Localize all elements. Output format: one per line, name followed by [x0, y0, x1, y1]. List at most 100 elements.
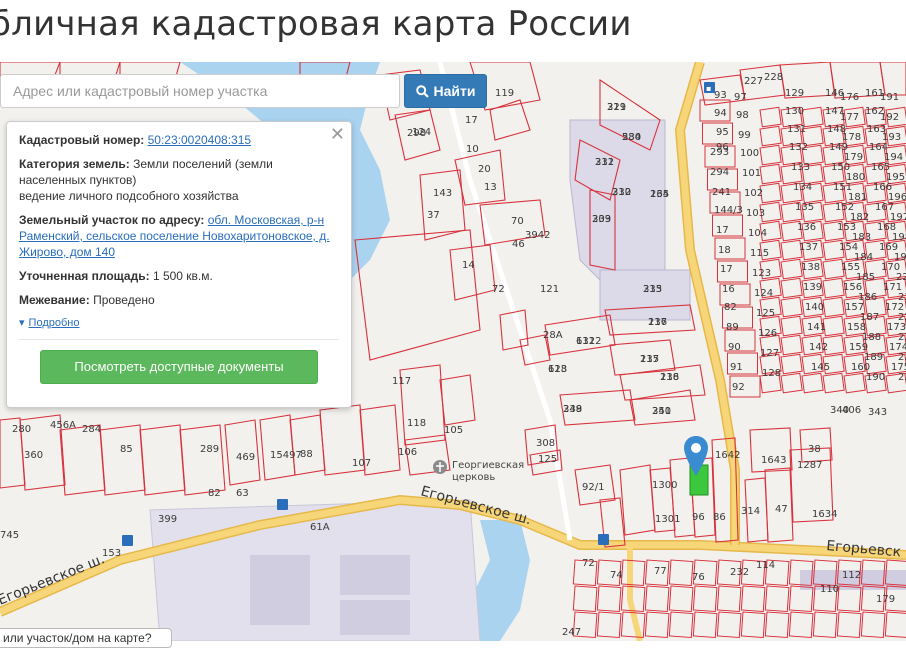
bus-stop-icon[interactable] — [122, 535, 133, 546]
parcel-label: 131 — [787, 124, 806, 135]
details-toggle[interactable]: ▾ Подробно — [19, 316, 339, 330]
parcel-label: 240 — [652, 406, 671, 417]
parcel-label: 90 — [728, 342, 741, 353]
parcel-label: 10 — [466, 144, 479, 155]
parcel-label: 93 — [714, 90, 727, 101]
parcel-label: 72 — [582, 558, 595, 569]
parcel-label: 197 — [890, 212, 906, 223]
building-block-1 — [250, 555, 310, 625]
parcel-label: 1300 — [652, 480, 677, 491]
area-row: Уточненная площадь: 1 500 кв.м. — [19, 268, 339, 284]
parcel-label: 195 — [886, 172, 905, 183]
close-icon[interactable]: ✕ — [330, 124, 345, 145]
parcel-label: 61A — [310, 522, 330, 533]
parcel-label: 89 — [726, 322, 739, 333]
parcel-label: 76 — [692, 572, 705, 583]
cadastral-label: Кадастровый номер: — [19, 133, 145, 147]
search-icon — [415, 84, 429, 98]
parcel-label: 183 — [852, 232, 871, 243]
parcel-label: 17 — [465, 115, 478, 126]
parcel-label: 294 — [710, 167, 729, 178]
parcel-label: 126 — [758, 328, 777, 339]
parcel-label: 105 — [444, 425, 463, 436]
parcel-label: 187 — [860, 312, 879, 323]
search-input[interactable] — [11, 75, 393, 107]
search-box[interactable] — [0, 74, 400, 108]
parcel-label: 94 — [714, 108, 727, 119]
parcel-label: 115 — [750, 248, 769, 259]
parcel-label: 179 — [876, 594, 895, 605]
church-icon[interactable] — [433, 460, 447, 474]
search-button[interactable]: Найти — [404, 74, 487, 108]
parcel-label: 199 — [894, 252, 906, 263]
parcel-label: 180 — [846, 172, 865, 183]
parcel-label: 192 — [880, 112, 899, 123]
parcel-label: 102 — [744, 188, 763, 199]
parcel-label: 85 — [120, 444, 133, 455]
parcel-label: 112 — [842, 570, 861, 581]
page-title-bar: бличная кадастровая карта России — [0, 0, 906, 62]
bus-stop-icon[interactable] — [598, 534, 609, 545]
parcel-label: 314 — [741, 506, 760, 517]
parcel-label: 190 — [866, 372, 885, 383]
bus-stop-icon[interactable]: ▪ — [704, 82, 715, 93]
parcel-label: 137 — [799, 242, 818, 253]
category-label: Категория земель: — [19, 157, 130, 171]
parcel-label: 1301 — [655, 514, 680, 525]
map-pin-icon[interactable] — [684, 436, 708, 476]
parcel-label: 181 — [848, 192, 867, 203]
parcel-label: 284 — [82, 424, 101, 435]
parcel-label: 229 — [607, 102, 626, 113]
search-button-label: Найти — [433, 83, 476, 99]
parcel-label: 13 — [484, 182, 497, 193]
parcel-label: 140 — [805, 302, 824, 313]
parcel-label: 88 — [300, 449, 313, 460]
category-row: Категория земель: Земли поселений (земли… — [19, 156, 339, 204]
parcel-label: 38 — [808, 444, 821, 455]
parcel-label: 96 — [692, 512, 705, 523]
parcel-label: 125 — [538, 454, 557, 465]
survey-row: Межевание: Проведено — [19, 292, 339, 308]
area-label: Уточненная площадь: — [19, 269, 150, 283]
parcel-label: 110 — [820, 584, 839, 595]
cadastral-row: Кадастровый номер: 50:23:0020408:315 — [19, 132, 339, 148]
parcel-label: 231 — [595, 157, 614, 168]
parcel-label: 3942 — [525, 230, 550, 241]
parcel-label: 360 — [24, 450, 43, 461]
parcel-label: 153 — [102, 548, 121, 559]
parcel-label: 139 — [803, 282, 822, 293]
parcel-label: 234 — [650, 189, 669, 200]
parcel-label: 406 — [842, 405, 861, 416]
parcel-label: 178 — [842, 132, 861, 143]
parcel-label: 133 — [791, 162, 810, 173]
view-documents-button[interactable]: Посмотреть доступные документы — [40, 350, 318, 384]
parcel-label: 91 — [730, 362, 743, 373]
parcel-label: 228 — [764, 72, 783, 83]
parcel-label: 135 — [795, 202, 814, 213]
parcel-label: 308 — [536, 438, 555, 449]
parcel-label: 399 — [158, 514, 177, 525]
parcel-label: 129 — [785, 88, 804, 99]
parcel-label: 613 — [548, 364, 567, 375]
parcel-label: 125 — [756, 308, 775, 319]
parcel-label: 222 — [898, 292, 906, 303]
parcel-label: 179 — [844, 152, 863, 163]
cadastral-number-link[interactable]: 50:23:0020408:315 — [148, 133, 251, 147]
parcel-label: 1634 — [812, 509, 837, 520]
triangle-down-icon: ▾ — [19, 317, 25, 329]
parcel-label: 185 — [856, 272, 875, 283]
parcel-label: 107 — [352, 458, 371, 469]
parcel-label: 92 — [732, 382, 745, 393]
parcel-label: 46 — [512, 239, 525, 250]
bottom-tip[interactable]: или участок/дом на карте? — [0, 628, 172, 648]
parcel-label: 225 — [898, 352, 906, 363]
area-value: 1 500 кв.м. — [152, 269, 213, 283]
parcel-label: 138 — [801, 262, 820, 273]
parcel-label: 198 — [892, 232, 906, 243]
bus-stop-icon[interactable] — [277, 499, 288, 510]
parcel-label: 134 — [793, 182, 812, 193]
parcel-label: 92/1 — [582, 482, 604, 493]
parcel-label: 118 — [407, 418, 426, 429]
parcel-label: 17 — [716, 225, 729, 236]
parcel-label: 226 — [898, 372, 906, 383]
